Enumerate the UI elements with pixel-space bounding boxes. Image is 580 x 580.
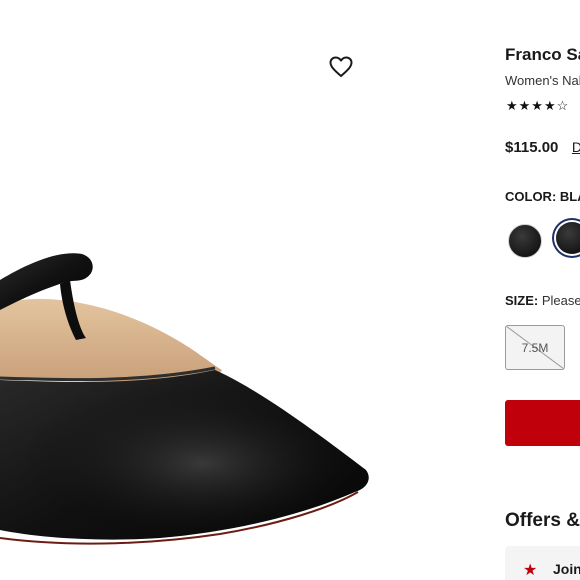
product-details-panel: Franco Sa Women's Nal ★★★★☆ $115.00 De C… [505,0,580,580]
price-row: $115.00 De [505,139,580,157]
product-page: Franco Sa Women's Nal ★★★★☆ $115.00 De C… [0,0,580,580]
product-image-black-mary-jane-flat [0,253,369,545]
offers-heading: Offers & [505,510,580,531]
product-image-area [0,0,480,580]
wishlist-heart-icon[interactable] [329,56,353,78]
color-label: COLOR: [505,189,557,204]
color-label-row: COLOR: BLA [505,189,580,204]
promo-join-text[interactable]: Join [553,561,580,577]
color-swatch-black-selected[interactable] [556,222,580,254]
size-label-row: SIZE: Please [505,293,580,308]
promo-card[interactable]: ★ Join [505,546,580,580]
add-to-bag-button[interactable] [505,400,580,446]
product-price: $115.00 [505,139,559,156]
star-icon: ★ [523,562,538,579]
size-label: SIZE: [505,293,539,308]
color-value: BLA [559,189,580,204]
rating-stars[interactable]: ★★★★☆ [506,98,569,114]
product-brand[interactable]: Franco Sa [505,45,580,65]
product-title: Women's Nal [505,73,580,88]
size-option-unavailable[interactable]: 7.5M [505,325,565,370]
color-swatch-black[interactable] [508,224,542,258]
size-option-label: 7.5M [521,341,549,355]
size-prompt: Please [541,293,580,308]
price-details-link[interactable]: De [572,139,580,155]
